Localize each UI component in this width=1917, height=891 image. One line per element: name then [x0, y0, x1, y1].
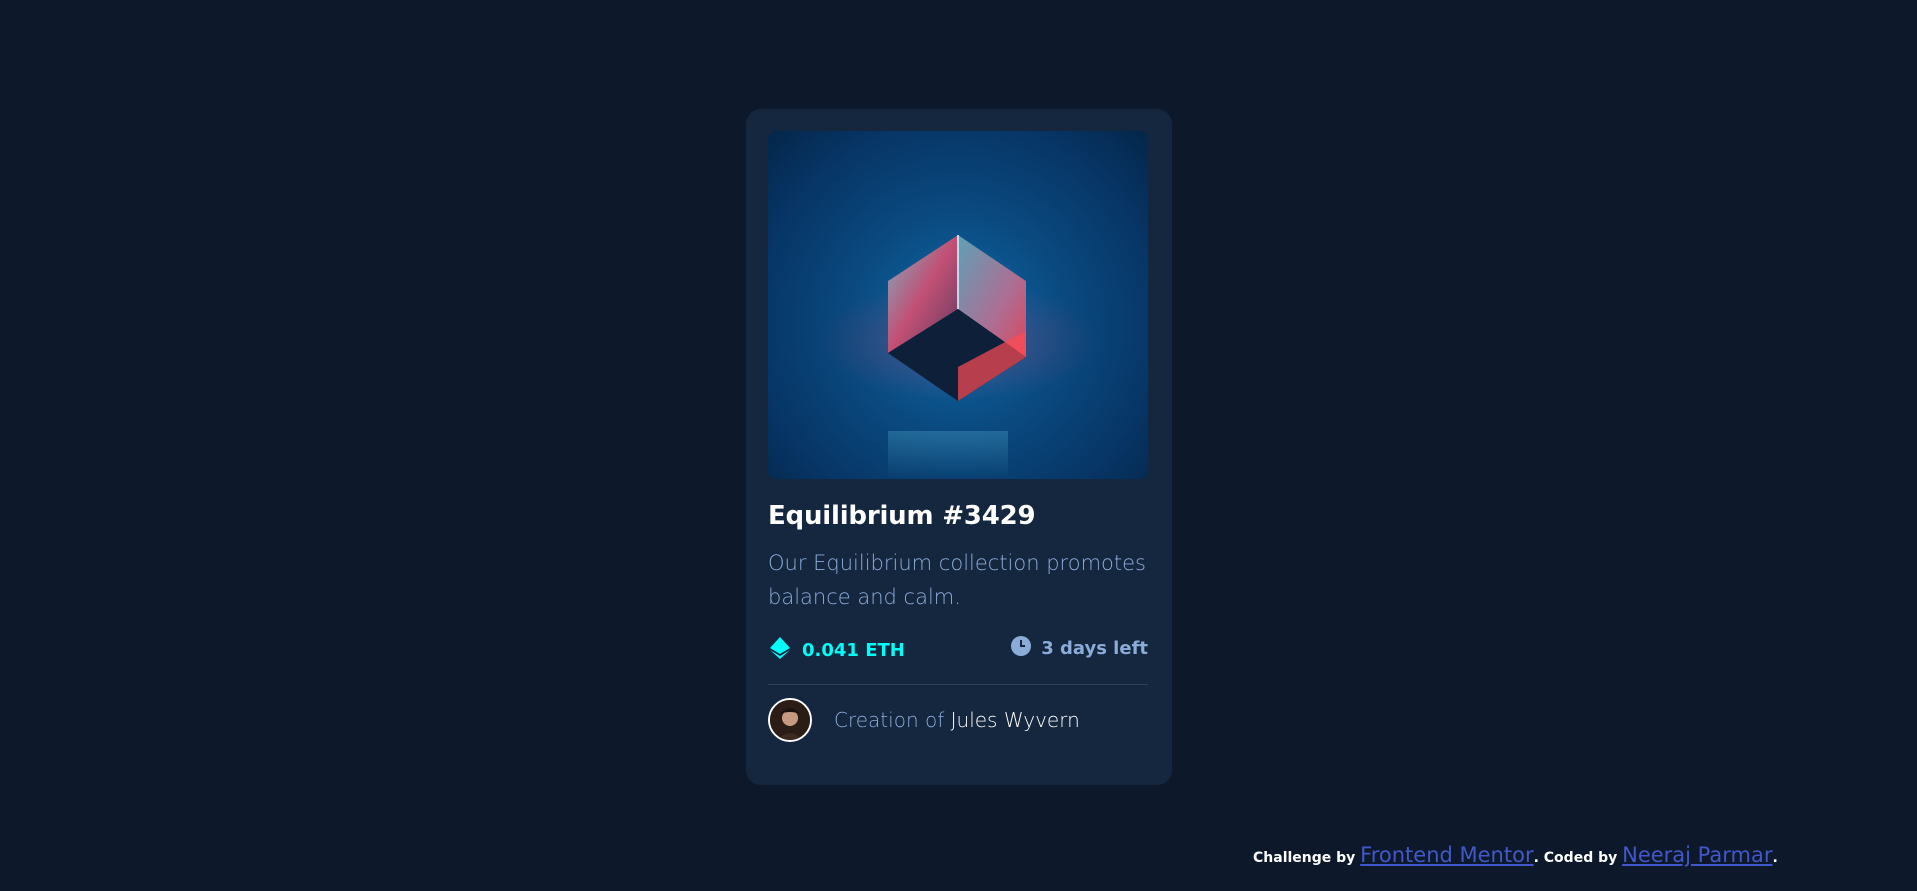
- price-value: 0.041 ETH: [802, 640, 905, 661]
- avatar: [768, 698, 812, 742]
- creator-row: Creation of Jules Wyvern: [768, 698, 1080, 742]
- time-left-value: 3 days left: [1041, 638, 1148, 659]
- creator-prefix: Creation of: [834, 708, 951, 732]
- nft-stats: 0.041 ETH 3 days left: [768, 636, 1148, 685]
- footer-suffix: .: [1772, 850, 1778, 866]
- attribution: Challenge by Frontend Mentor. Coded by N…: [1253, 843, 1778, 867]
- creator-name[interactable]: Jules Wyvern: [951, 708, 1080, 732]
- nft-image[interactable]: [768, 131, 1148, 479]
- nft-card: Equilibrium #3429 Our Equilibrium collec…: [746, 109, 1172, 785]
- frontend-mentor-link[interactable]: Frontend Mentor: [1360, 843, 1533, 867]
- time-left: 3 days left: [1011, 636, 1148, 661]
- author-link[interactable]: Neeraj Parmar: [1622, 843, 1772, 867]
- nft-title[interactable]: Equilibrium #3429: [768, 501, 1036, 531]
- challenge-prefix: Challenge by: [1253, 850, 1361, 866]
- clock-icon: [1011, 636, 1041, 661]
- price: 0.041 ETH: [768, 636, 905, 665]
- nft-description: Our Equilibrium collection promotes bala…: [768, 551, 1146, 609]
- creator-text: Creation of Jules Wyvern: [834, 708, 1080, 732]
- ethereum-icon: [768, 636, 802, 665]
- equilibrium-cube-image: [818, 235, 1098, 479]
- coded-prefix: . Coded by: [1533, 850, 1623, 866]
